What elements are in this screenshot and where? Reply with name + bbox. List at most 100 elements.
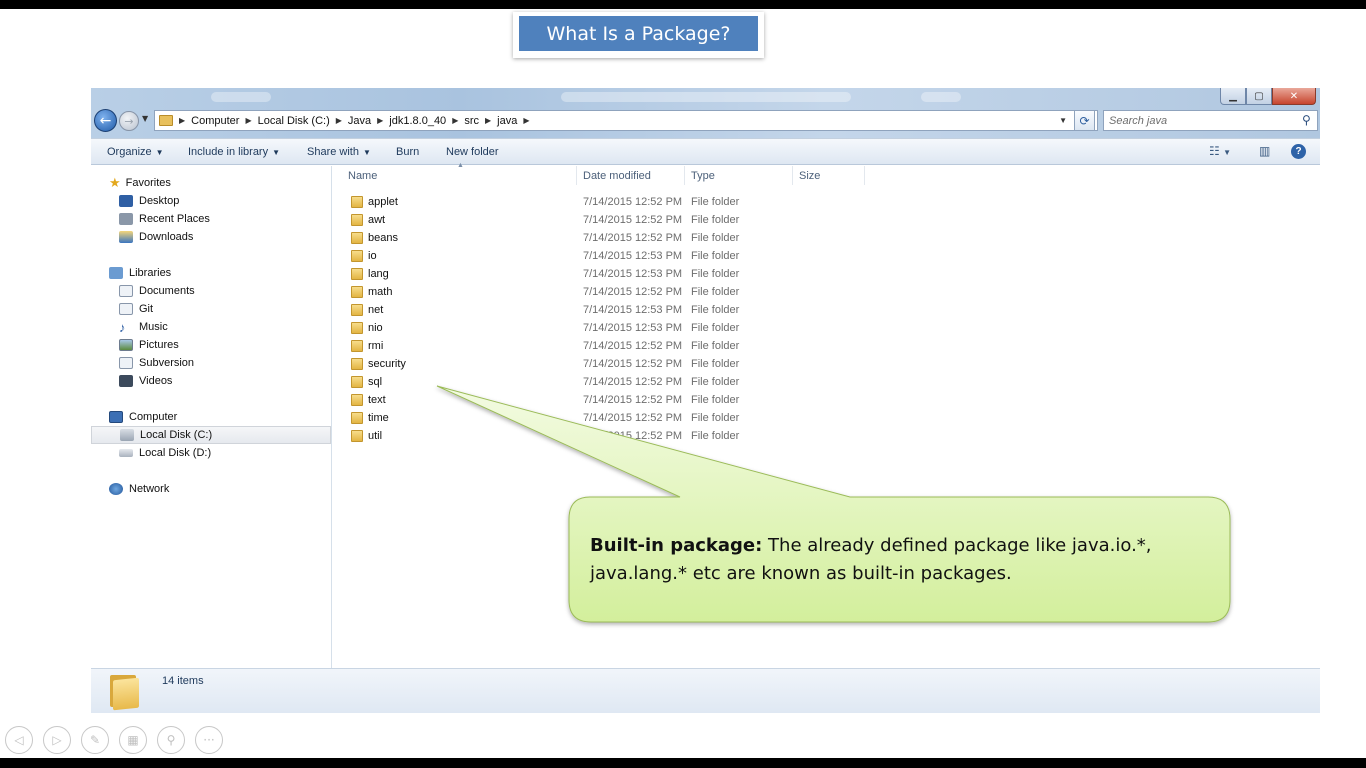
table-row[interactable]: beans 7/14/2015 12:52 PM File folder bbox=[333, 229, 1313, 247]
table-row[interactable]: applet 7/14/2015 12:52 PM File folder bbox=[333, 193, 1313, 211]
refresh-button[interactable]: ⟳ bbox=[1074, 110, 1095, 131]
forward-button[interactable]: → bbox=[119, 111, 139, 131]
address-bar[interactable]: ▶ Computer ▶ Local Disk (C:) ▶ Java ▶ jdk1.8… bbox=[154, 110, 1098, 131]
file-date: 7/14/2015 12:52 PM bbox=[583, 214, 683, 226]
back-button[interactable]: ← bbox=[94, 109, 117, 132]
column-header-type[interactable]: Type bbox=[691, 170, 715, 182]
nav-desktop[interactable]: Desktop bbox=[91, 192, 331, 210]
nav-local-disk-c[interactable]: Local Disk (C:) bbox=[91, 426, 331, 444]
breadcrumb-jdk[interactable]: jdk1.8.0_40 bbox=[389, 115, 446, 127]
nav-videos[interactable]: Videos bbox=[91, 372, 331, 390]
table-row[interactable]: util 7/14/2015 12:52 PM File folder bbox=[333, 427, 1313, 445]
breadcrumb-chevron-icon[interactable]: ▶ bbox=[179, 116, 185, 125]
preview-pane-icon[interactable]: ▥ bbox=[1259, 144, 1270, 158]
file-name: applet bbox=[368, 196, 398, 208]
minimize-button[interactable]: ▁ bbox=[1220, 88, 1246, 105]
recent-places-icon bbox=[119, 213, 133, 225]
breadcrumb-chevron-icon[interactable]: ▶ bbox=[377, 116, 383, 125]
nav-favorites[interactable]: ★ Favorites bbox=[91, 174, 331, 192]
table-row[interactable]: rmi 7/14/2015 12:52 PM File folder bbox=[333, 337, 1313, 355]
pen-button[interactable]: ✎ bbox=[81, 726, 109, 754]
column-divider[interactable] bbox=[864, 166, 865, 185]
nav-network-label: Network bbox=[129, 483, 170, 495]
nav-local-disk-c-label: Local Disk (C:) bbox=[140, 429, 213, 441]
table-row[interactable]: text 7/14/2015 12:52 PM File folder bbox=[333, 391, 1313, 409]
breadcrumb-chevron-icon[interactable]: ▶ bbox=[336, 116, 342, 125]
callout-line1: The already defined package like java.io… bbox=[762, 535, 1152, 556]
file-name: awt bbox=[368, 214, 386, 226]
recent-pages-chevron-icon[interactable]: ▼ bbox=[142, 114, 148, 123]
nav-documents[interactable]: Documents bbox=[91, 282, 331, 300]
file-date: 7/14/2015 12:52 PM bbox=[583, 412, 683, 424]
breadcrumb-java-current[interactable]: java bbox=[497, 115, 517, 127]
table-row[interactable]: nio 7/14/2015 12:53 PM File folder bbox=[333, 319, 1313, 337]
nav-git[interactable]: Git bbox=[91, 300, 331, 318]
nav-downloads[interactable]: Downloads bbox=[91, 228, 331, 246]
file-type: File folder bbox=[691, 250, 740, 262]
search-input[interactable]: Search java bbox=[1103, 110, 1318, 131]
column-divider[interactable] bbox=[576, 166, 577, 185]
file-name: security bbox=[368, 358, 406, 370]
nav-documents-label: Documents bbox=[139, 285, 195, 297]
file-type: File folder bbox=[691, 304, 740, 316]
table-row[interactable]: security 7/14/2015 12:52 PM File folder bbox=[333, 355, 1313, 373]
table-row[interactable]: lang 7/14/2015 12:53 PM File folder bbox=[333, 265, 1313, 283]
nav-music[interactable]: ♪ Music bbox=[91, 318, 331, 336]
column-divider[interactable] bbox=[684, 166, 685, 185]
column-header-name[interactable]: Name bbox=[348, 170, 377, 182]
search-icon[interactable]: ⚲ bbox=[1302, 113, 1311, 127]
nav-favorites-label: Favorites bbox=[125, 177, 171, 189]
breadcrumb-chevron-icon[interactable]: ▶ bbox=[485, 116, 491, 125]
help-icon[interactable]: ? bbox=[1291, 144, 1306, 159]
nav-subversion[interactable]: Subversion bbox=[91, 354, 331, 372]
nav-recent-places[interactable]: Recent Places bbox=[91, 210, 331, 228]
new-folder-button[interactable]: New folder bbox=[446, 146, 499, 158]
nav-local-disk-d[interactable]: Local Disk (D:) bbox=[91, 444, 331, 462]
breadcrumb-computer[interactable]: Computer bbox=[191, 115, 239, 127]
breadcrumb-chevron-icon[interactable]: ▶ bbox=[245, 116, 251, 125]
next-slide-button[interactable]: ▷ bbox=[43, 726, 71, 754]
prev-slide-button[interactable]: ◁ bbox=[5, 726, 33, 754]
breadcrumb-local-disk[interactable]: Local Disk (C:) bbox=[258, 115, 330, 127]
file-type: File folder bbox=[691, 430, 740, 442]
nav-network[interactable]: Network bbox=[91, 480, 331, 498]
folder-icon bbox=[351, 322, 363, 334]
nav-libraries[interactable]: Libraries bbox=[91, 264, 331, 282]
callout-line2: java.lang.* etc are known as built-in pa… bbox=[590, 563, 1012, 584]
address-dropdown-icon[interactable]: ▼ bbox=[1059, 116, 1067, 125]
navigation-pane: ★ Favorites Desktop Recent Places Downloa… bbox=[91, 166, 332, 668]
back-arrow-icon: ← bbox=[99, 112, 112, 129]
table-row[interactable]: net 7/14/2015 12:53 PM File folder bbox=[333, 301, 1313, 319]
view-options-icon[interactable]: ☷ ▼ bbox=[1209, 144, 1231, 158]
nav-pictures[interactable]: Pictures bbox=[91, 336, 331, 354]
breadcrumb-src[interactable]: src bbox=[464, 115, 479, 127]
breadcrumb-chevron-icon[interactable]: ▶ bbox=[452, 116, 458, 125]
table-row[interactable]: math 7/14/2015 12:52 PM File folder bbox=[333, 283, 1313, 301]
close-button[interactable]: ✕ bbox=[1272, 88, 1316, 105]
zoom-icon: ⚲ bbox=[166, 733, 176, 747]
column-header-size[interactable]: Size bbox=[799, 170, 820, 182]
table-row[interactable]: sql 7/14/2015 12:52 PM File folder bbox=[333, 373, 1313, 391]
burn-button[interactable]: Burn bbox=[396, 146, 419, 158]
share-with-button[interactable]: Share with ▼ bbox=[307, 146, 371, 158]
large-folder-icon bbox=[108, 673, 140, 711]
include-in-library-button[interactable]: Include in library ▼ bbox=[188, 146, 280, 158]
nav-computer[interactable]: Computer bbox=[91, 408, 331, 426]
table-row[interactable]: awt 7/14/2015 12:52 PM File folder bbox=[333, 211, 1313, 229]
column-header-date-modified[interactable]: Date modified bbox=[583, 170, 651, 182]
zoom-button[interactable]: ⚲ bbox=[157, 726, 185, 754]
file-type: File folder bbox=[691, 322, 740, 334]
table-row[interactable]: io 7/14/2015 12:53 PM File folder bbox=[333, 247, 1313, 265]
file-type: File folder bbox=[691, 196, 740, 208]
table-row[interactable]: time 7/14/2015 12:52 PM File folder bbox=[333, 409, 1313, 427]
more-options-button[interactable]: ··· bbox=[195, 726, 223, 754]
organize-button[interactable]: Organize ▼ bbox=[107, 146, 164, 158]
file-date: 7/14/2015 12:53 PM bbox=[583, 250, 683, 262]
column-divider[interactable] bbox=[792, 166, 793, 185]
breadcrumb-chevron-icon[interactable]: ▶ bbox=[523, 116, 529, 125]
folder-icon bbox=[351, 250, 363, 262]
maximize-button[interactable]: ▢ bbox=[1246, 88, 1272, 105]
breadcrumb-java[interactable]: Java bbox=[348, 115, 371, 127]
see-all-slides-button[interactable]: ▦ bbox=[119, 726, 147, 754]
music-icon: ♪ bbox=[119, 319, 126, 335]
